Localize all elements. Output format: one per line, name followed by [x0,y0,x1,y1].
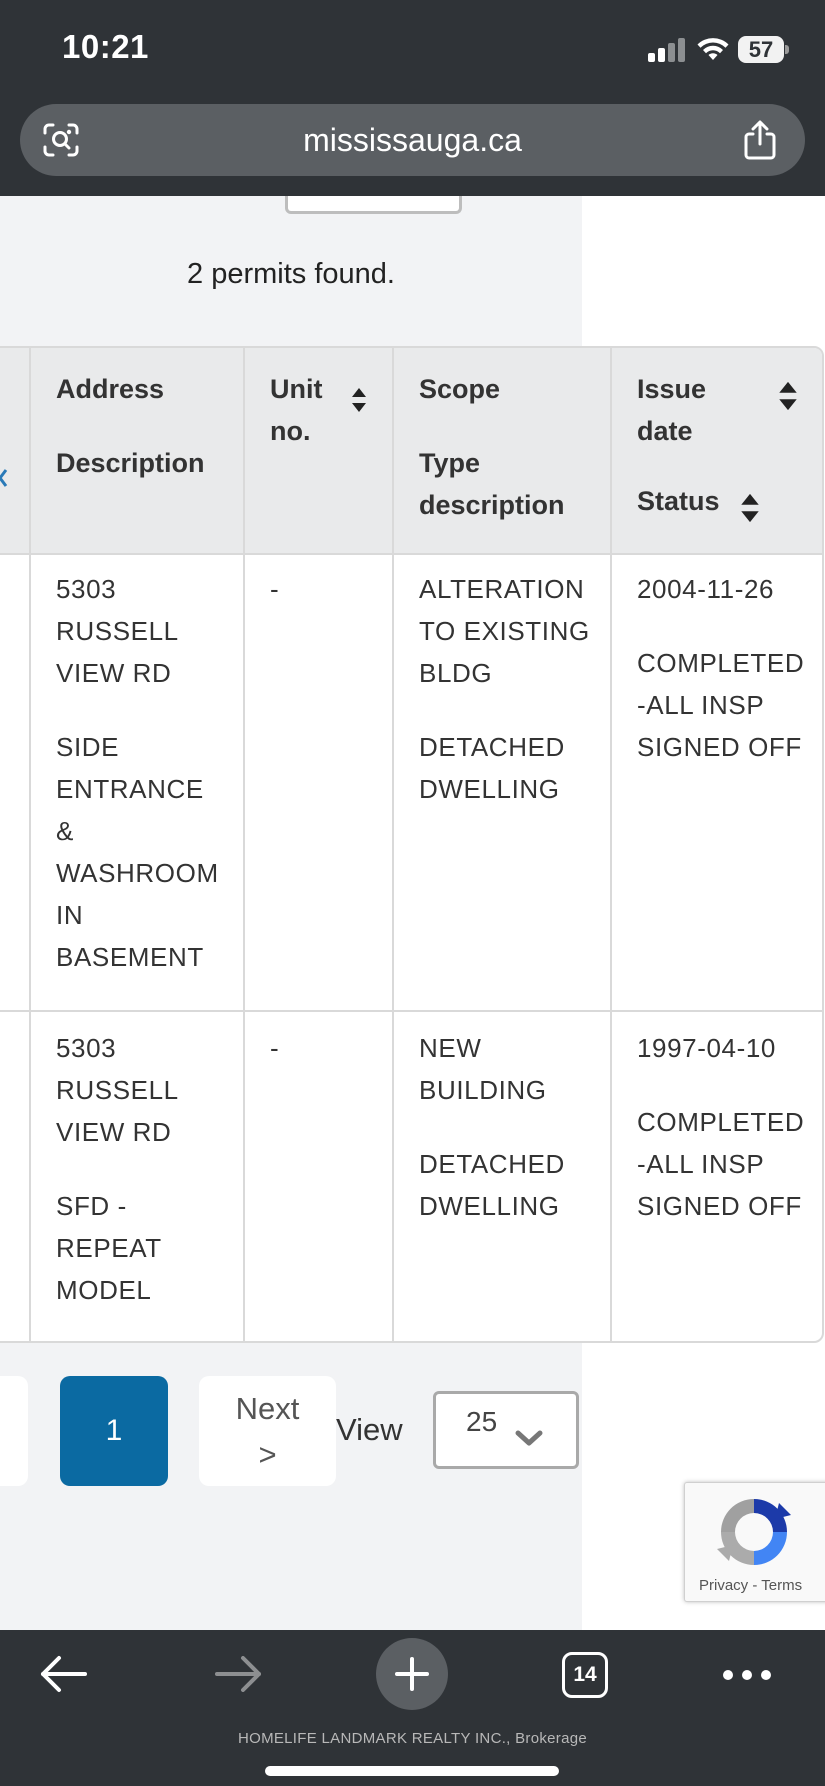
table-row-2-unit: - [270,1033,280,1063]
recaptcha-badge[interactable]: Privacy - Terms [684,1482,825,1602]
header-unit[interactable]: Unit no. [270,368,322,452]
back-arrow-icon[interactable] [38,1654,90,1694]
sort-icon-partial[interactable] [0,468,8,488]
next-label: Next > [235,1391,300,1472]
issue-date-text: 2004-11-26 [637,574,775,604]
header-scope[interactable]: Scope [419,368,500,410]
description-text: SIDE ENTRANCE & WASHROOM IN BASEMENT [56,732,219,972]
plus-icon [395,1657,429,1691]
previous-button-partial[interactable] [0,1376,28,1486]
wifi-icon [697,38,729,60]
table-row-1-scope: ALTERATION TO EXISTING BLDG DETACHED DWE… [419,568,590,810]
status-time: 10:21 [62,28,149,65]
tabs-button[interactable]: 14 [562,1652,608,1698]
table-row-1-date: 2004-11-26 COMPLETED -ALL INSP SIGNED OF… [637,568,804,768]
brokerage-watermark: HOMELIFE LANDMARK REALTY INC., Brokerage [237,1730,588,1747]
share-icon[interactable] [743,120,777,160]
header-description: Description [56,448,205,478]
status-text: COMPLETED -ALL INSP SIGNED OFF [637,1107,805,1221]
browser-toolbar: 14 HOMELIFE LANDMARK REALTY INC., Broker… [0,1630,825,1786]
header-status[interactable]: Status [637,480,720,522]
address-text: 5303 RUSSELL VIEW RD [56,1033,179,1147]
view-label: View [336,1412,403,1447]
table-row-1-address: 5303 RUSSELL VIEW RD SIDE ENTRANCE & WAS… [56,568,219,978]
page-size-value: 25 [466,1406,498,1437]
page-1-button[interactable]: 1 [60,1376,168,1486]
sort-icon[interactable] [348,382,370,418]
next-button[interactable]: Next > [199,1376,336,1486]
type-text: DETACHED DWELLING [419,732,565,804]
more-icon[interactable] [722,1668,772,1682]
new-tab-button[interactable] [376,1638,448,1710]
table-row-1-unit: - [270,574,280,604]
url-text[interactable]: mississauga.ca [20,122,805,159]
header-address[interactable]: Address [56,368,164,410]
recaptcha-logo-icon [717,1499,791,1565]
home-indicator[interactable] [265,1766,559,1776]
issue-date-text: 1997-04-10 [637,1033,776,1063]
scope-text: NEW BUILDING [419,1033,547,1105]
web-page: 2 permits found. Address Description Uni… [0,196,825,1630]
results-summary: 2 permits found. [187,258,395,290]
forward-arrow-icon[interactable] [212,1654,264,1694]
signal-icon [648,38,688,62]
header-type-description: Type description [419,448,565,520]
table-row-2-date: 1997-04-10 COMPLETED -ALL INSP SIGNED OF… [637,1027,804,1227]
table-row-2-scope: NEW BUILDING DETACHED DWELLING [419,1027,565,1227]
recaptcha-links[interactable]: Privacy - Terms [699,1577,802,1594]
page-size-select[interactable]: 25 [433,1391,579,1469]
description-text: SFD - REPEAT MODEL [56,1191,162,1305]
status-text: COMPLETED -ALL INSP SIGNED OFF [637,648,805,762]
table-row-2-address: 5303 RUSSELL VIEW RD SFD - REPEAT MODEL [56,1027,179,1311]
status-bar: 10:21 57 [0,0,825,100]
sort-icon[interactable] [776,376,800,416]
battery-level: 57 [748,37,774,62]
address-text: 5303 RUSSELL VIEW RD [56,574,179,688]
sort-icon[interactable] [738,488,762,528]
chevron-down-icon [515,1430,543,1446]
address-bar[interactable]: mississauga.ca [20,104,805,176]
battery-icon: 57 [738,36,790,63]
header-issue-date[interactable]: Issue date [637,368,706,452]
search-button-partial[interactable] [285,196,462,214]
type-text: DETACHED DWELLING [419,1149,565,1221]
scope-text: ALTERATION TO EXISTING BLDG [419,574,590,688]
permits-table: Address Description Unit no. Scope Type … [0,346,824,1343]
